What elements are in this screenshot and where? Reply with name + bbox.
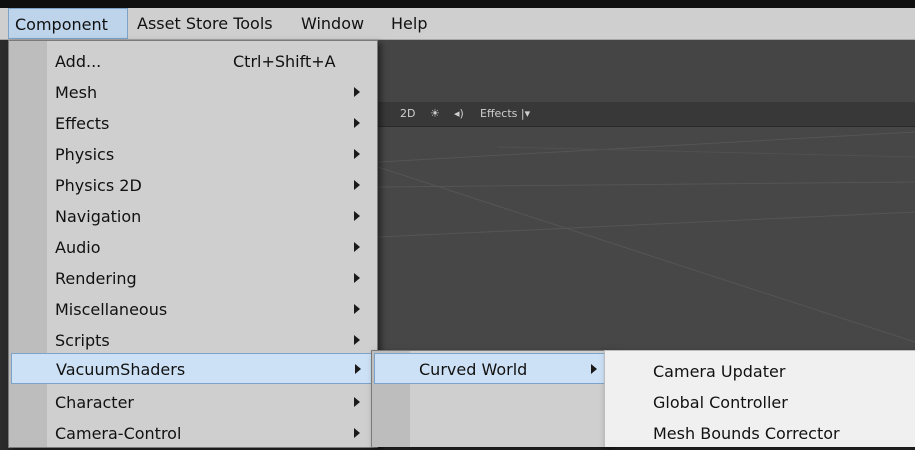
vacuumshaders-submenu: Curved World [371, 350, 609, 447]
menu-item-physics[interactable]: Physics [9, 139, 377, 170]
scene-toolbar: 2D ☀ ◂) Effects |▾ [378, 102, 915, 127]
chevron-right-icon [354, 180, 360, 190]
chevron-right-icon [354, 273, 360, 283]
title-bar-strip [0, 0, 915, 8]
menu-item-label: Effects [55, 114, 110, 133]
menu-item-label: Add... [55, 52, 102, 71]
menu-item-physics-2d[interactable]: Physics 2D [9, 170, 377, 201]
menu-item-add[interactable]: Add... Ctrl+Shift+A [9, 46, 377, 77]
menu-item-label: Character [55, 393, 134, 412]
menu-window[interactable]: Window [301, 8, 364, 39]
menu-item-label: Curved World [419, 360, 528, 379]
menu-item-label: Physics [55, 145, 115, 164]
menu-bar: Component Asset Store Tools Window Help [0, 8, 915, 40]
component-menu: Add... Ctrl+Shift+A Mesh Effects Physics… [8, 40, 378, 448]
menu-item-scripts[interactable]: Scripts [9, 325, 377, 356]
menu-item-label: Navigation [55, 207, 142, 226]
chevron-right-icon [354, 211, 360, 221]
menu-item-global-controller[interactable]: Global Controller [653, 387, 788, 418]
menu-item-rendering[interactable]: Rendering [9, 263, 377, 294]
menu-component[interactable]: Component [8, 8, 128, 39]
chevron-right-icon [354, 335, 360, 345]
menu-item-audio[interactable]: Audio [9, 232, 377, 263]
menu-item-mesh[interactable]: Mesh [9, 77, 377, 108]
menu-item-camera-updater[interactable]: Camera Updater [653, 356, 785, 387]
effects-dropdown[interactable]: Effects |▾ [480, 107, 530, 120]
menu-item-label: Scripts [55, 331, 110, 350]
menu-item-navigation[interactable]: Navigation [9, 201, 377, 232]
menu-item-curved-world[interactable]: Curved World [374, 353, 606, 384]
menu-item-miscellaneous[interactable]: Miscellaneous [9, 294, 377, 325]
menu-item-label: Mesh [55, 83, 98, 102]
chevron-right-icon [354, 397, 360, 407]
chevron-right-icon [354, 149, 360, 159]
speaker-icon[interactable]: ◂) [454, 107, 464, 120]
chevron-right-icon [355, 364, 361, 374]
menu-item-vacuumshaders[interactable]: VacuumShaders [11, 353, 375, 384]
chevron-right-icon [354, 87, 360, 97]
menu-item-shortcut: Ctrl+Shift+A [233, 52, 336, 71]
menu-item-mesh-bounds-corrector[interactable]: Mesh Bounds Corrector [653, 418, 840, 449]
chevron-right-icon [591, 364, 597, 374]
chevron-right-icon [354, 242, 360, 252]
menu-asset-store-tools[interactable]: Asset Store Tools [137, 8, 273, 39]
menu-item-label: Audio [55, 238, 101, 257]
menu-item-effects[interactable]: Effects [9, 108, 377, 139]
menu-item-label: VacuumShaders [56, 360, 186, 379]
chevron-right-icon [354, 118, 360, 128]
menu-item-label: Physics 2D [55, 176, 142, 195]
menu-help[interactable]: Help [391, 8, 427, 39]
menu-item-camera-control[interactable]: Camera-Control [9, 418, 377, 449]
sun-icon[interactable]: ☀ [430, 107, 440, 120]
menu-item-character[interactable]: Character [9, 387, 377, 418]
curved-world-submenu: Camera Updater Global Controller Mesh Bo… [604, 350, 915, 447]
menu-item-label: Rendering [55, 269, 137, 288]
chevron-right-icon [354, 304, 360, 314]
mode-2d-button[interactable]: 2D [400, 107, 415, 120]
chevron-right-icon [354, 428, 360, 438]
menu-item-label: Camera-Control [55, 424, 182, 443]
menu-item-label: Miscellaneous [55, 300, 168, 319]
